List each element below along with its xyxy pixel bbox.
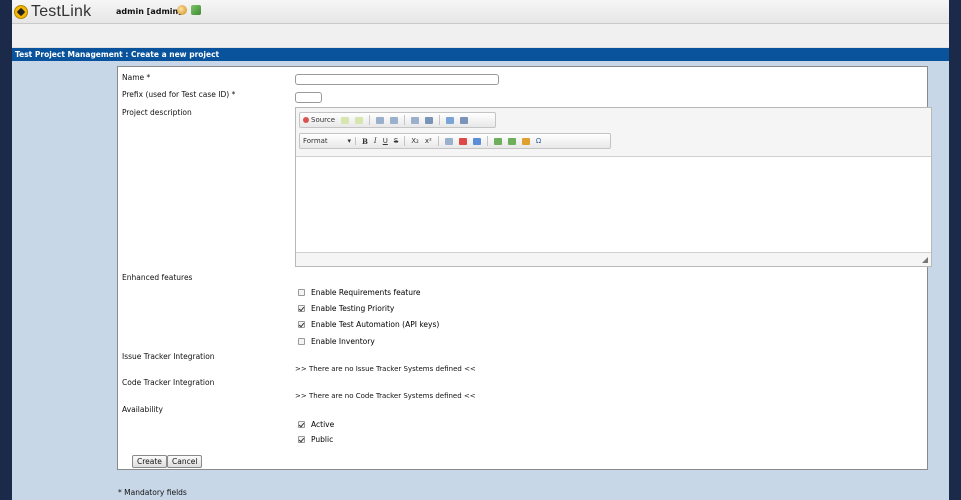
enable-testing-priority-checkbox[interactable]: Enable Testing Priority [298, 304, 394, 313]
enhanced-features-label: Enhanced features [122, 273, 193, 282]
code-tracker-note: >> There are no Code Tracker Systems def… [295, 392, 476, 400]
editor-toolbar-row-2: Format ▾ B I U S X₂ x² Ω [299, 133, 611, 149]
link-icon[interactable] [493, 137, 502, 145]
code-tracker-label: Code Tracker Integration [122, 378, 215, 387]
undo-icon[interactable] [341, 116, 350, 124]
resize-handle[interactable] [922, 257, 928, 263]
chevron-down-icon: ▾ [347, 137, 351, 145]
bold-button[interactable]: B [362, 137, 368, 146]
align-icon[interactable] [444, 137, 453, 145]
subscript-button[interactable]: X₂ [411, 137, 419, 145]
current-user: admin [admin] [116, 7, 182, 16]
create-button[interactable]: Create [132, 455, 167, 468]
format-label: Format [303, 137, 328, 145]
editor-toolbar-row-1: Source [299, 112, 496, 128]
user-profile-icon[interactable] [177, 5, 187, 15]
inventory-label: Enable Inventory [311, 337, 375, 346]
description-rich-editor: Source Format ▾ B I U S X₂ x² Ω [295, 107, 932, 267]
project-description-label: Project description [122, 108, 192, 117]
top-navigation-bar: TestLink admin [admin] [12, 0, 949, 24]
format-dropdown[interactable]: Format ▾ [303, 137, 356, 145]
source-label: Source [311, 116, 336, 124]
superscript-button[interactable]: x² [425, 137, 432, 145]
table-icon[interactable] [446, 116, 455, 124]
source-button[interactable]: Source [303, 116, 335, 124]
checkbox-inventory[interactable] [298, 338, 305, 345]
strikethrough-button[interactable]: S [394, 137, 398, 145]
menu-bar [12, 24, 949, 48]
special-character-button[interactable]: Ω [536, 137, 541, 145]
app-name: TestLink [31, 2, 92, 20]
testlink-logo[interactable]: TestLink [14, 3, 91, 20]
test-automation-label: Enable Test Automation (API keys) [311, 320, 440, 329]
name-label: Name * [122, 73, 151, 82]
checkbox-active[interactable] [298, 421, 305, 428]
requirements-label: Enable Requirements feature [311, 288, 421, 297]
source-icon [303, 117, 309, 123]
redo-icon[interactable] [355, 116, 364, 124]
public-label: Public [311, 435, 334, 444]
active-label: Active [311, 420, 335, 429]
anchor-icon[interactable] [521, 137, 530, 145]
enable-test-automation-checkbox[interactable]: Enable Test Automation (API keys) [298, 320, 439, 329]
underline-button[interactable]: U [383, 137, 388, 145]
name-input[interactable] [295, 74, 499, 85]
logout-icon[interactable] [191, 5, 201, 15]
public-checkbox[interactable]: Public [298, 435, 333, 444]
prefix-label: Prefix (used for Test case ID) * [122, 90, 236, 99]
table-insert-icon[interactable] [458, 137, 467, 145]
image-icon[interactable] [472, 137, 481, 145]
enable-requirements-checkbox[interactable]: Enable Requirements feature [298, 288, 421, 297]
horizontal-rule-icon[interactable] [460, 116, 469, 124]
decrease-indent-icon[interactable] [411, 116, 420, 124]
bulleted-list-icon[interactable] [390, 116, 399, 124]
increase-indent-icon[interactable] [425, 116, 434, 124]
checkbox-testing-priority[interactable] [298, 305, 305, 312]
testlink-window: TestLink admin [admin] Test Project Mana… [12, 0, 949, 500]
unlink-icon[interactable] [507, 137, 516, 145]
testing-priority-label: Enable Testing Priority [311, 304, 395, 313]
checkbox-test-automation[interactable] [298, 321, 305, 328]
availability-label: Availability [122, 405, 163, 414]
numbered-list-icon[interactable] [376, 116, 385, 124]
testlink-logo-icon [14, 4, 28, 19]
issue-tracker-note: >> There are no Issue Tracker Systems de… [295, 365, 476, 373]
mandatory-fields-note: * Mandatory fields [118, 488, 187, 497]
create-project-form: Name * Prefix (used for Test case ID) * … [117, 66, 932, 470]
page-title: Test Project Management : Create a new p… [12, 48, 949, 61]
checkbox-public[interactable] [298, 436, 305, 443]
active-checkbox[interactable]: Active [298, 420, 334, 429]
checkbox-requirements[interactable] [298, 289, 305, 296]
cancel-button[interactable]: Cancel [167, 455, 203, 468]
italic-button[interactable]: I [374, 137, 377, 145]
prefix-input[interactable] [295, 92, 322, 103]
description-text-area[interactable] [296, 156, 931, 253]
enable-inventory-checkbox[interactable]: Enable Inventory [298, 337, 375, 346]
main-content: Name * Prefix (used for Test case ID) * … [12, 61, 949, 500]
issue-tracker-label: Issue Tracker Integration [122, 352, 215, 361]
